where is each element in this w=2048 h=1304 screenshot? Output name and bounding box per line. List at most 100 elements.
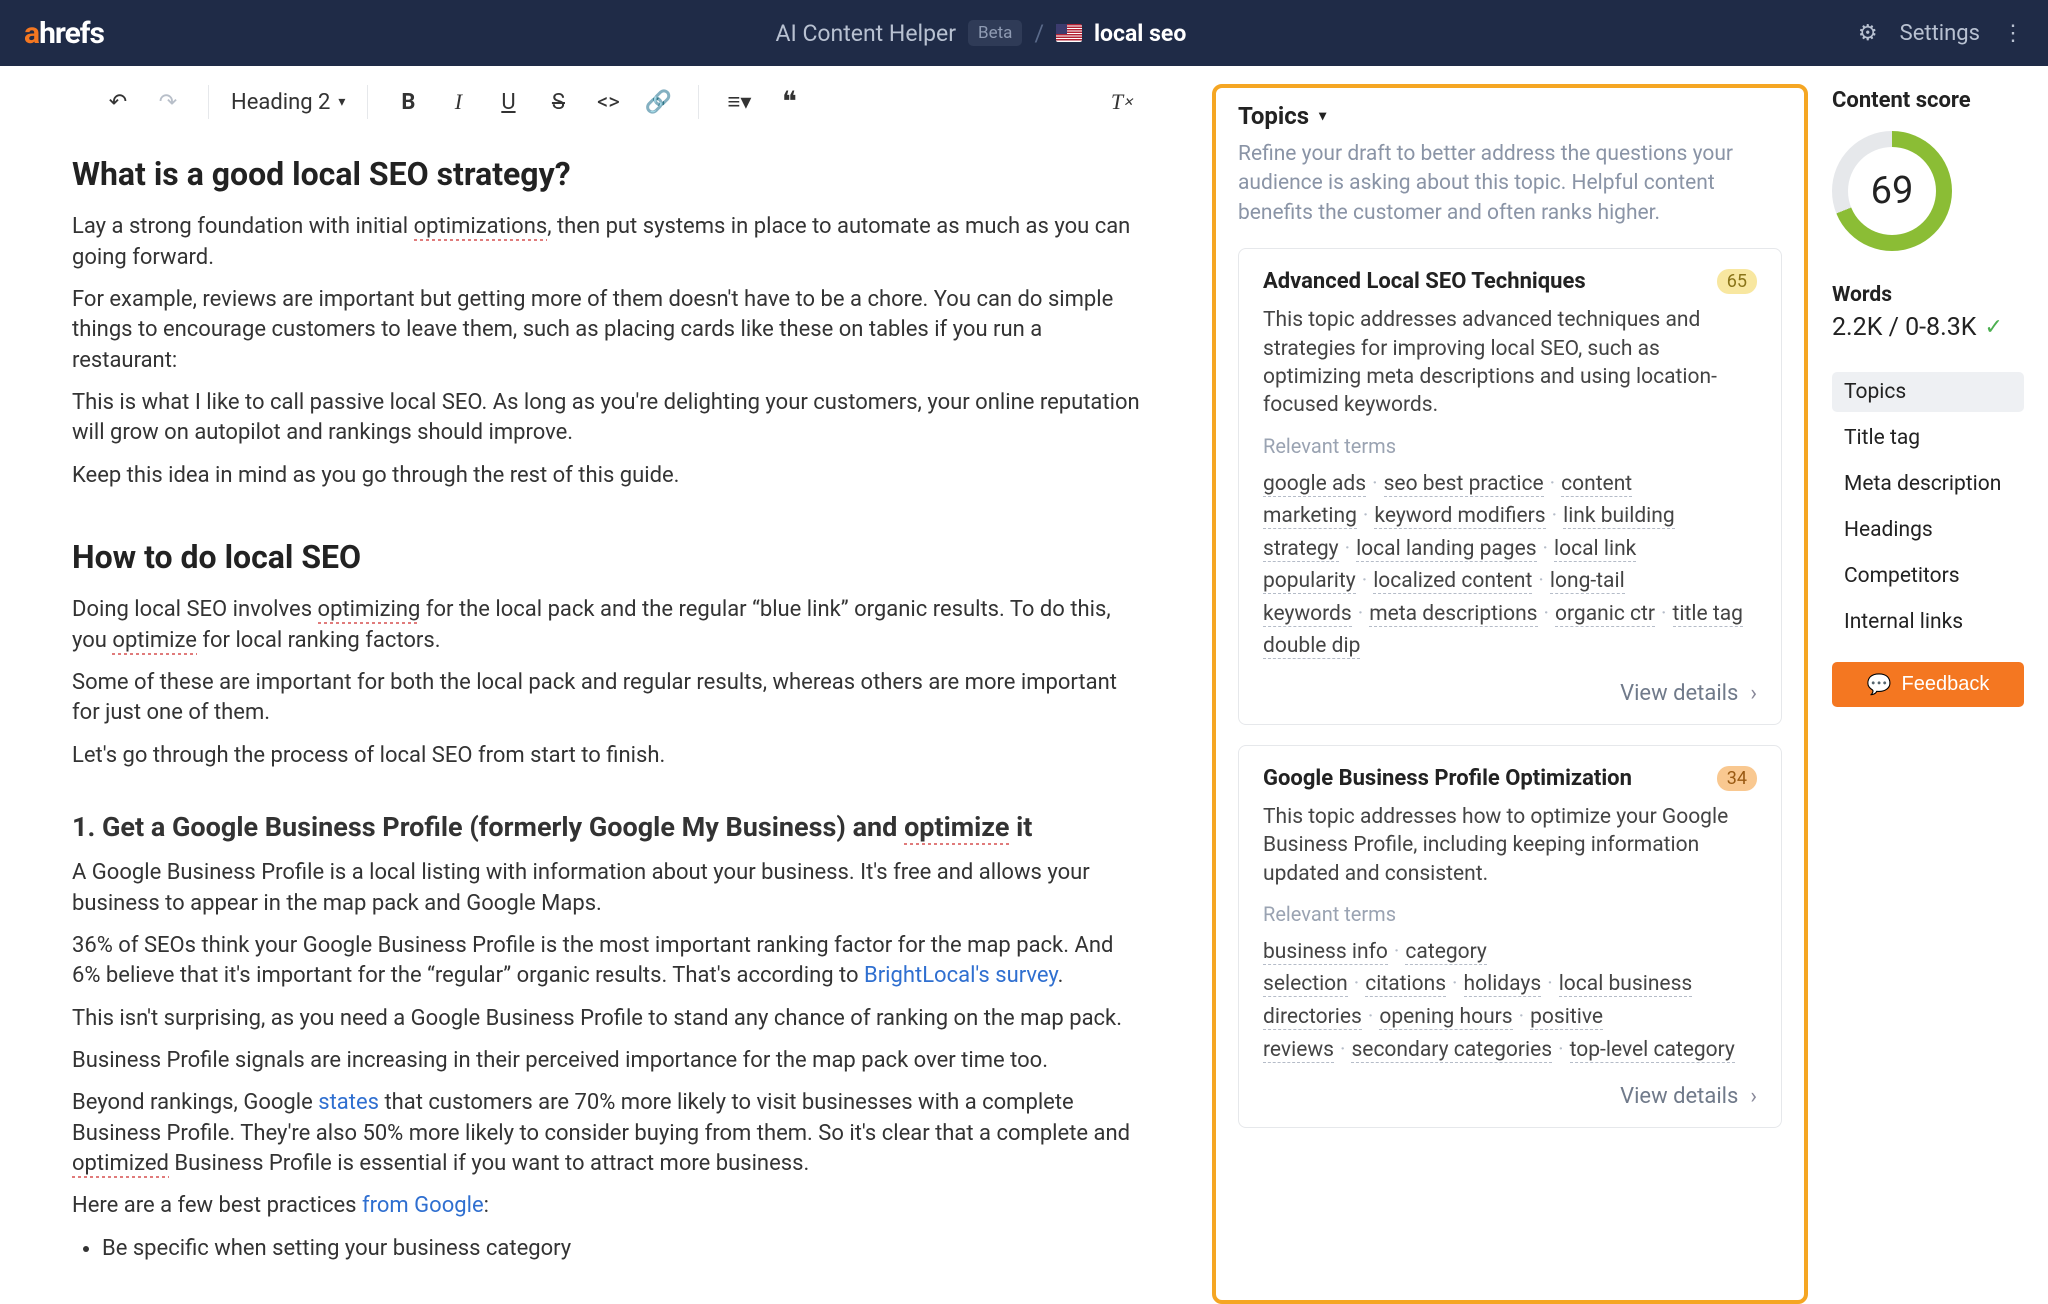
term[interactable]: keyword modifiers: [1374, 504, 1545, 529]
app-name: AI Content Helper: [776, 20, 957, 47]
words-label: Words: [1832, 283, 2024, 307]
term[interactable]: business info: [1263, 940, 1388, 965]
ahrefs-logo[interactable]: ahrefs: [24, 16, 104, 51]
view-details-link[interactable]: View details›: [1263, 681, 1757, 706]
toolbar-separator: [698, 85, 699, 119]
score-nav-item[interactable]: Meta description: [1832, 464, 2024, 504]
heading-how-to: How to do local SEO: [72, 535, 1140, 579]
term[interactable]: google ads: [1263, 472, 1366, 497]
score-nav-item[interactable]: Headings: [1832, 510, 2024, 550]
words-value: 2.2K / 0-8.3K✓: [1832, 313, 2024, 342]
from-google-link[interactable]: from Google: [362, 1193, 484, 1218]
italic-button[interactable]: I: [440, 84, 476, 120]
paragraph: This is what I like to call passive loca…: [72, 388, 1140, 449]
topic-title: Advanced Local SEO Techniques: [1263, 269, 1586, 294]
content-score-title: Content score: [1832, 88, 2024, 113]
heading-label: Heading 2: [231, 90, 330, 115]
score-nav-item[interactable]: Internal links: [1832, 602, 2024, 642]
topic-card: Google Business Profile Optimization 34 Th…: [1238, 745, 1782, 1128]
score-nav-item[interactable]: Topics: [1832, 372, 2024, 412]
paragraph: Keep this idea in mind as you go through…: [72, 461, 1140, 491]
term[interactable]: secondary categories: [1351, 1038, 1552, 1063]
header-center: AI Content Helper Beta / local seo: [104, 20, 1858, 47]
term[interactable]: holidays: [1464, 972, 1542, 997]
term[interactable]: localized content: [1373, 569, 1532, 594]
underline-button[interactable]: U: [490, 84, 526, 120]
terms-list: business info·category selection·citatio…: [1263, 936, 1757, 1066]
term[interactable]: seo best practice: [1384, 472, 1544, 497]
term[interactable]: organic ctr: [1555, 602, 1655, 627]
states-link[interactable]: states: [318, 1090, 379, 1115]
code-button[interactable]: <>: [590, 84, 626, 120]
bold-button[interactable]: B: [390, 84, 426, 120]
term[interactable]: opening hours: [1379, 1005, 1512, 1030]
topic-score-pill: 34: [1717, 766, 1757, 791]
heading-dropdown[interactable]: Heading 2 ▾: [231, 90, 345, 115]
topic-title: Google Business Profile Optimization: [1263, 766, 1632, 791]
term[interactable]: meta descriptions: [1369, 602, 1537, 627]
editor-toolbar: ↶ ↷ Heading 2 ▾ B I U S <> 🔗 ≡▾ ❝ T✕: [0, 66, 1212, 138]
kebab-icon[interactable]: ⋮: [2002, 21, 2024, 46]
strikethrough-button[interactable]: S: [540, 84, 576, 120]
score-nav-item[interactable]: Title tag: [1832, 418, 2024, 458]
document-title[interactable]: local seo: [1094, 20, 1186, 47]
paragraph: Let's go through the process of local SE…: [72, 741, 1140, 771]
view-details-link[interactable]: View details›: [1263, 1084, 1757, 1109]
topic-card: Advanced Local SEO Techniques 65 This topi…: [1238, 248, 1782, 725]
paragraph: Doing local SEO involves optimizing for …: [72, 595, 1140, 656]
paragraph: This isn't surprising, as you need a Goo…: [72, 1004, 1140, 1034]
topics-dropdown[interactable]: Topics ▾: [1238, 102, 1782, 130]
chevron-right-icon: ›: [1750, 1084, 1757, 1109]
undo-button[interactable]: ↶: [100, 84, 136, 120]
toolbar-separator: [367, 85, 368, 119]
quote-button[interactable]: ❝: [771, 84, 807, 120]
feedback-label: Feedback: [1902, 673, 1990, 696]
topics-subtitle: Refine your draft to better address the …: [1238, 140, 1782, 228]
paragraph: A Google Business Profile is a local lis…: [72, 858, 1140, 919]
paragraph: Here are a few best practices from Googl…: [72, 1191, 1140, 1221]
topics-panel: Topics ▾ Refine your draft to better addr…: [1212, 84, 1808, 1304]
top-bar: ahrefs AI Content Helper Beta / local se…: [0, 0, 2048, 66]
flag-us-icon: [1056, 24, 1082, 42]
topic-description: This topic addresses how to optimize you…: [1263, 803, 1757, 888]
beta-pill: Beta: [968, 20, 1022, 46]
gear-icon[interactable]: ⚙: [1858, 21, 1878, 46]
paragraph: Business Profile signals are increasing …: [72, 1046, 1140, 1076]
paragraph: For example, reviews are important but g…: [72, 285, 1140, 376]
paragraph: 36% of SEOs think your Google Business P…: [72, 931, 1140, 992]
relevant-terms-label: Relevant terms: [1263, 902, 1757, 926]
score-nav: Topics Title tag Meta description Headings C…: [1832, 372, 2024, 642]
caret-down-icon: ▾: [1319, 108, 1326, 124]
term[interactable]: local landing pages: [1356, 537, 1536, 562]
heading-strategy: What is a good local SEO strategy?: [72, 152, 1140, 196]
topics-heading: Topics: [1238, 102, 1309, 130]
check-icon: ✓: [1984, 315, 2002, 340]
score-nav-item[interactable]: Competitors: [1832, 556, 2024, 596]
caret-down-icon: ▾: [338, 94, 345, 110]
paragraph: Lay a strong foundation with initial opt…: [72, 212, 1140, 273]
list-button[interactable]: ≡▾: [721, 84, 757, 120]
editor-body[interactable]: What is a good local SEO strategy? Lay a…: [0, 152, 1212, 1304]
header-right: ⚙ Settings ⋮: [1858, 21, 2024, 46]
relevant-terms-label: Relevant terms: [1263, 434, 1757, 458]
score-donut: 69: [1832, 131, 1952, 251]
term[interactable]: citations: [1365, 972, 1446, 997]
settings-link[interactable]: Settings: [1900, 21, 1980, 46]
brightlocal-link[interactable]: BrightLocal's survey: [864, 963, 1058, 988]
score-value: 69: [1871, 169, 1914, 213]
topic-description: This topic addresses advanced techniques…: [1263, 306, 1757, 419]
list-item: Be specific when setting your business c…: [102, 1234, 1140, 1264]
chevron-right-icon: ›: [1750, 681, 1757, 706]
redo-button[interactable]: ↷: [150, 84, 186, 120]
term[interactable]: top-level category: [1570, 1038, 1735, 1063]
clear-format-button[interactable]: T✕: [1104, 84, 1140, 120]
link-button[interactable]: 🔗: [640, 84, 676, 120]
comment-icon: 💬: [1867, 672, 1892, 697]
feedback-button[interactable]: 💬 Feedback: [1832, 662, 2024, 707]
topic-score-pill: 65: [1717, 269, 1757, 294]
bullet-list: Be specific when setting your business c…: [102, 1234, 1140, 1264]
toolbar-separator: [208, 85, 209, 119]
terms-list: google ads·seo best practice·content mar…: [1263, 468, 1757, 663]
paragraph: Beyond rankings, Google states that cust…: [72, 1088, 1140, 1179]
breadcrumb-divider: /: [1034, 20, 1044, 47]
